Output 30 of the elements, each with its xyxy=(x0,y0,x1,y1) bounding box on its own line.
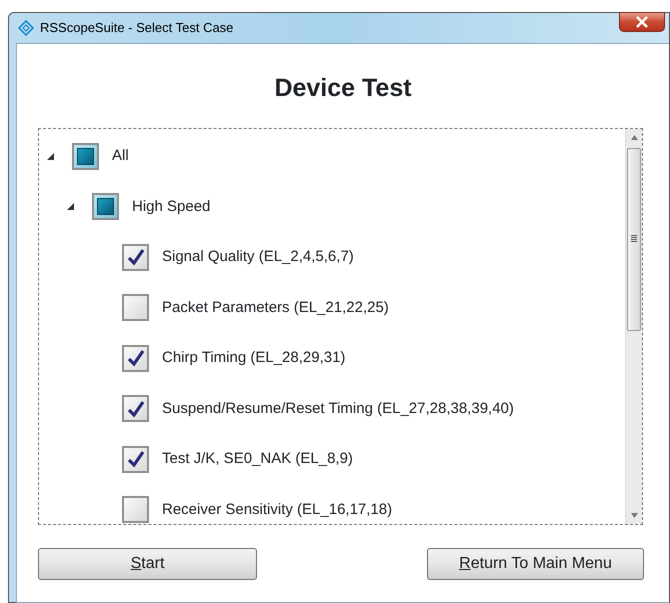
tree-item-label[interactable]: Suspend/Resume/Reset Timing (EL_27,28,38,39,40) xyxy=(162,398,514,420)
tree-item-label[interactable]: Test J/K, SE0_NAK (EL_8,9) xyxy=(162,448,353,470)
checkbox[interactable] xyxy=(122,395,149,422)
checkbox[interactable] xyxy=(122,294,149,322)
expanded-arrow-icon[interactable] xyxy=(47,152,54,160)
dialog-button[interactable]: Return To Main Menu xyxy=(427,548,644,580)
dialog-heading: Device Test xyxy=(273,73,413,103)
checkbox[interactable] xyxy=(92,193,119,220)
scroll-up-icon[interactable] xyxy=(631,135,638,140)
checkbox[interactable] xyxy=(122,496,149,524)
checkbox[interactable] xyxy=(72,142,99,170)
tree-item-label[interactable]: Chirp Timing (EL_28,29,31) xyxy=(162,347,346,370)
diamond-logo-icon xyxy=(18,20,34,36)
scrollbar-thumb[interactable] xyxy=(627,148,641,331)
tree-item-label[interactable]: Receiver Sensitivity (EL_16,17,18) xyxy=(162,498,392,521)
expanded-arrow-icon[interactable] xyxy=(67,203,74,210)
checkbox[interactable] xyxy=(122,344,149,372)
close-icon xyxy=(635,16,649,28)
tree-item-label[interactable]: Packet Parameters (EL_21,22,25) xyxy=(162,296,389,319)
close-button[interactable] xyxy=(619,12,665,32)
checkbox[interactable] xyxy=(122,244,149,271)
dialog-button[interactable]: Start xyxy=(38,548,257,580)
tree-item-label[interactable]: High Speed xyxy=(132,196,210,218)
checkbox[interactable] xyxy=(122,446,149,473)
scroll-down-icon[interactable] xyxy=(631,513,638,518)
tree-item-label[interactable]: All xyxy=(112,145,129,168)
window-title: RSScopeSuite - Select Test Case xyxy=(40,19,234,38)
tree-item-label[interactable]: Signal Quality (EL_2,4,5,6,7) xyxy=(162,246,354,268)
grip-icon xyxy=(631,235,637,242)
scrollbar[interactable] xyxy=(625,129,642,524)
